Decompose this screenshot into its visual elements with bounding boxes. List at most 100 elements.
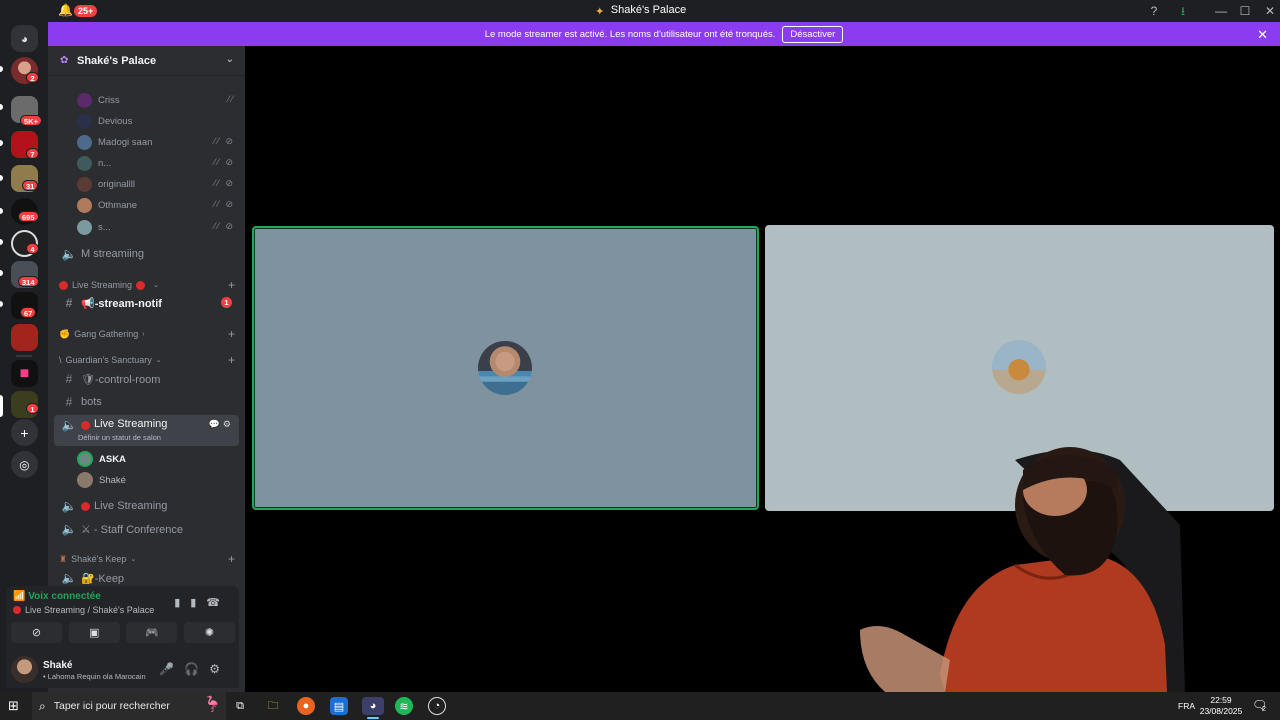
mention-badge: 1 xyxy=(221,297,232,308)
active-app-indicator xyxy=(367,717,379,719)
voice-channel-m-streaming[interactable]: 🔈 M streamiing xyxy=(54,244,239,264)
voice-channel-live-streaming-2[interactable]: 🔈 Live Streaming xyxy=(54,496,239,516)
participant-avatar xyxy=(478,341,532,395)
voice-user-name: Madogi saan xyxy=(98,136,153,148)
flamingo-icon: 🦩 xyxy=(203,696,222,713)
windows-start-icon[interactable]: ⊞ xyxy=(8,699,22,713)
store-icon[interactable]: ▤ xyxy=(330,697,348,715)
screen-share-button[interactable]: ▣ xyxy=(68,622,120,643)
create-channel-icon[interactable]: + xyxy=(228,327,235,341)
create-channel-icon[interactable]: + xyxy=(228,278,235,292)
camera-off-button[interactable]: ⊘ xyxy=(11,622,62,643)
add-server-icon[interactable]: + xyxy=(11,419,38,446)
channel-name: ⚔ - Staff Conference xyxy=(81,523,183,536)
close-banner-icon[interactable]: ✕ xyxy=(1257,27,1268,43)
chevron-down-icon: ⌄ xyxy=(155,357,162,364)
muted-deafened-icon: ⁄⁄ ⊘ xyxy=(213,136,235,146)
user-status: • Lahoma Requin ola Marocain xyxy=(43,672,146,681)
avatar xyxy=(77,155,92,171)
text-channel-control-room[interactable]: # 🛡-control-room xyxy=(54,369,239,389)
gamepad-server-icon[interactable]: ■ xyxy=(11,360,38,387)
webcam-overlay xyxy=(855,445,1185,692)
gear-icon[interactable]: ⚙ xyxy=(209,662,230,676)
disable-streamer-button[interactable]: Désactiver xyxy=(782,25,844,43)
voice-channel-staff-conference[interactable]: 🔈 ⚔ - Staff Conference xyxy=(54,519,239,539)
server-icon-9[interactable] xyxy=(11,324,38,351)
channel-action-icons[interactable]: 💬⚙ xyxy=(209,419,234,430)
server-badge: 4 xyxy=(26,243,39,254)
voice-member[interactable]: Shaké xyxy=(77,470,237,490)
unread-pip xyxy=(0,66,3,72)
voice-channel-live-streaming-active[interactable]: 🔈 Live Streaming Définir un statut de sa… xyxy=(54,415,239,446)
voice-connected-status[interactable]: 📶 Voix connectée xyxy=(13,591,101,602)
voice-location[interactable]: Live Streaming / Shaké's Palace xyxy=(13,605,154,615)
voice-panel-icons: ▮▮☎ xyxy=(174,596,230,609)
noise-suppression-icon[interactable]: ▮▮ xyxy=(174,597,206,609)
task-view-icon[interactable]: ⧉ xyxy=(231,697,249,715)
fist-icon: ✊ xyxy=(59,328,71,339)
text-channel-bots[interactable]: # bots xyxy=(54,392,239,412)
category-shakes-keep[interactable]: ♜ Shaké's Keep ⌄ + xyxy=(59,552,239,566)
category-guardians-sanctuary[interactable]: \ Guardian's Sanctuary ⌄ + xyxy=(59,353,239,367)
discord-home-icon[interactable]: ◕ xyxy=(11,25,38,52)
server-icon: ✦ xyxy=(595,6,605,18)
chevron-down-icon: ⌄ xyxy=(130,556,137,563)
voice-user-name: n... xyxy=(98,157,112,169)
chevron-down-icon[interactable]: ⌄ xyxy=(226,54,234,65)
system-clock[interactable]: 22:59 23/08/2025 xyxy=(1198,695,1244,717)
avatar xyxy=(77,113,92,129)
voice-user[interactable]: n... ⁄⁄ ⊘ xyxy=(77,153,237,173)
unread-pip xyxy=(0,140,3,146)
voice-user-name: Devious xyxy=(98,115,133,127)
participant-tile-speaking[interactable] xyxy=(252,226,759,510)
avatar[interactable] xyxy=(11,656,38,683)
voice-user-row-partial xyxy=(77,69,237,81)
disconnect-icon[interactable]: ☎ xyxy=(206,597,230,609)
server-badge: 7 xyxy=(26,148,39,159)
activities-button[interactable]: 🎮 xyxy=(126,622,178,643)
category-gang-gathering[interactable]: ✊ Gang Gathering › + xyxy=(59,327,239,341)
voice-member[interactable]: ASKA xyxy=(77,449,237,469)
set-channel-status[interactable]: Définir un statut de salon xyxy=(78,433,161,442)
voice-user[interactable]: originallll ⁄⁄ ⊘ xyxy=(77,174,237,194)
keyboard-language[interactable]: FRA xyxy=(1178,701,1195,711)
soundboard-button[interactable]: ✺ xyxy=(183,622,235,643)
microphone-icon[interactable]: 🎤 xyxy=(159,662,184,676)
explore-icon[interactable]: ◎ xyxy=(11,451,38,478)
create-channel-icon[interactable]: + xyxy=(228,552,235,566)
file-explorer-icon[interactable]: 🗀 xyxy=(264,697,282,715)
discord-app-icon[interactable]: ◕ xyxy=(362,697,384,715)
chevron-down-icon: ⌄ xyxy=(153,282,159,289)
voice-user[interactable]: Devious xyxy=(77,111,237,131)
muted-deafened-icon: ⁄⁄ ⊘ xyxy=(213,199,235,209)
help-icon[interactable]: ? xyxy=(1146,3,1162,19)
user-panel: Shaké • Lahoma Requin ola Marocain 🎤🎧⚙ xyxy=(6,652,239,688)
text-channel-stream-notif[interactable]: # 📢-stream-notif 1 xyxy=(54,293,239,313)
sword-icon: \ xyxy=(59,355,62,365)
spotify-icon[interactable]: ≋ xyxy=(395,697,413,715)
channel-name: 🔐-Keep xyxy=(81,572,125,585)
server-badge: 695 xyxy=(18,211,39,222)
voice-user-name: s... xyxy=(98,221,111,233)
headphones-icon[interactable]: 🎧 xyxy=(184,662,209,676)
obs-icon[interactable]: ◔ xyxy=(428,697,446,715)
castle-icon: ♜ xyxy=(59,553,68,564)
close-window-icon[interactable]: ✕ xyxy=(1262,3,1278,19)
server-boost-icon: ✿ xyxy=(60,54,69,66)
category-live-streaming[interactable]: Live Streaming ⌄ + xyxy=(59,278,239,292)
voice-user[interactable]: Criss ⁄⁄ xyxy=(77,90,237,110)
maximize-icon[interactable]: ☐ xyxy=(1237,3,1253,19)
voice-user[interactable]: s... ⁄⁄ ⊘ xyxy=(77,217,237,237)
voice-user-name: Criss xyxy=(98,94,120,106)
minimize-icon[interactable]: — xyxy=(1213,3,1229,19)
voice-user[interactable]: Othmane ⁄⁄ ⊘ xyxy=(77,195,237,215)
firefox-icon[interactable]: ● xyxy=(297,697,315,715)
download-icon[interactable]: ⭳ xyxy=(1175,3,1191,19)
taskbar-search[interactable]: ⌕ Taper ici pour rechercher 🦩 xyxy=(32,692,226,720)
voice-channel-keep[interactable]: 🔈 🔐-Keep xyxy=(54,568,239,584)
avatar xyxy=(77,472,93,488)
voice-user[interactable]: Madogi saan ⁄⁄ ⊘ xyxy=(77,132,237,152)
chevron-right-icon: › xyxy=(142,330,145,338)
create-channel-icon[interactable]: + xyxy=(228,353,235,367)
channel-name: 🛡-control-room xyxy=(81,373,161,386)
